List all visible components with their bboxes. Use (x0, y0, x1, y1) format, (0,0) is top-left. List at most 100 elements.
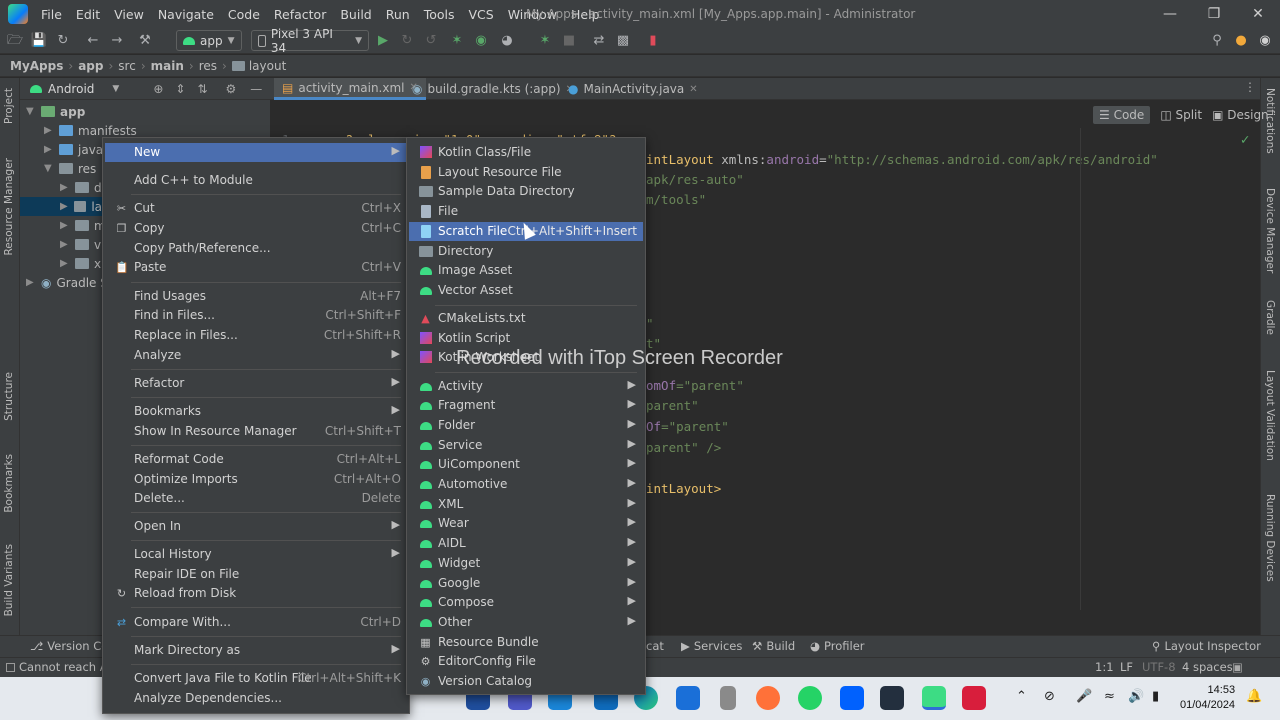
project-view-selector[interactable]: Android (48, 82, 94, 96)
breadcrumb-res[interactable]: res (199, 59, 217, 73)
sync-icon[interactable]: ↻ (54, 32, 72, 50)
tree-item-xml[interactable]: ▶ x (60, 254, 101, 273)
locate-icon[interactable]: ⊕ (153, 82, 163, 96)
menu-item-paste[interactable]: 📋 Paste Ctrl+V (105, 258, 407, 277)
design-mode-button[interactable]: ▣ Design (1212, 108, 1269, 122)
firefox-icon[interactable] (756, 686, 780, 710)
screen-recorder-icon[interactable] (962, 686, 986, 710)
run-icon[interactable]: ▶ (374, 32, 392, 50)
menu-navigate[interactable]: Navigate (151, 7, 221, 22)
menu-item-copy[interactable]: ❐ Copy Ctrl+C (105, 219, 407, 238)
tab-structure[interactable]: Structure (3, 372, 15, 421)
new-item-directory[interactable]: Directory (409, 242, 643, 261)
menu-vcs[interactable]: VCS (462, 7, 501, 22)
minimize-icon[interactable]: — (1160, 4, 1180, 24)
menu-item-show-in-resource-manager[interactable]: Show In Resource Manager Ctrl+Shift+T (105, 422, 407, 441)
status-message[interactable]: Cannot reach A (6, 660, 108, 674)
menu-file[interactable]: File (34, 7, 69, 22)
version-control-tab[interactable]: ⎇ Version Co (30, 639, 108, 653)
amazon-icon[interactable] (880, 686, 904, 710)
store-icon[interactable] (676, 686, 700, 710)
open-folder-icon[interactable]: 🗁 (6, 32, 24, 50)
breadcrumb-layout[interactable]: layout (249, 59, 286, 73)
menu-item-mark-directory-as[interactable]: Mark Directory as ▶ (105, 641, 407, 660)
new-item-google[interactable]: Google ▶ (409, 574, 643, 593)
module-selector[interactable]: app ▼ (176, 30, 242, 51)
tree-item-java[interactable]: ▶ java (44, 140, 103, 159)
menu-item-analyze-dependencies[interactable]: Analyze Dependencies... (105, 689, 407, 708)
new-item-xml[interactable]: XML ▶ (409, 495, 643, 514)
cursor-position[interactable]: 1:1 (1095, 660, 1114, 674)
menu-item-repair-ide[interactable]: Repair IDE on File (105, 565, 407, 584)
menu-build[interactable]: Build (333, 7, 378, 22)
tab-mainactivity-java[interactable]: ● MainActivity.java ✕ (560, 78, 706, 100)
menu-item-compare-with[interactable]: ⇄ Compare With... Ctrl+D (105, 613, 407, 632)
close-icon[interactable]: ✕ (1248, 4, 1268, 24)
new-item-file[interactable]: File (409, 202, 643, 221)
code-mode-button[interactable]: ☰ Code (1093, 106, 1151, 124)
notification-bell-icon[interactable]: 🔔 (1246, 689, 1262, 704)
menu-item-find-in-files[interactable]: Find in Files... Ctrl+Shift+F (105, 306, 407, 325)
menu-run[interactable]: Run (379, 7, 417, 22)
save-icon[interactable]: 💾 (30, 32, 48, 50)
menu-item-cut[interactable]: ✂ Cut Ctrl+X (105, 199, 407, 218)
tab-bookmarks[interactable]: Bookmarks (3, 454, 15, 513)
hammer-icon[interactable]: ⚒ (136, 32, 154, 50)
back-arrow-icon[interactable]: ← (84, 32, 102, 50)
new-item-layout-resource[interactable]: Layout Resource File (409, 163, 643, 182)
stop-icon[interactable]: ■ (560, 32, 578, 50)
tree-item-res[interactable]: ▼ res (44, 159, 96, 178)
close-icon[interactable]: ✕ (689, 84, 697, 95)
new-item-automotive[interactable]: Automotive ▶ (409, 475, 643, 494)
tree-item-values[interactable]: ▶ v (60, 235, 101, 254)
new-item-resource-bundle[interactable]: ▦ Resource Bundle (409, 633, 643, 652)
breadcrumb-src[interactable]: src (118, 59, 136, 73)
menu-item-replace-in-files[interactable]: Replace in Files... Ctrl+Shift+R (105, 326, 407, 345)
tree-item-layout[interactable]: ▶ la (20, 197, 102, 216)
wifi-icon[interactable]: ≈ (1104, 689, 1115, 704)
layout-inspector-tab[interactable]: ⚲ Layout Inspector (1152, 639, 1261, 653)
tab-gradle[interactable]: Gradle (1264, 300, 1276, 335)
new-item-service[interactable]: Service ▶ (409, 436, 643, 455)
menu-item-local-history[interactable]: Local History ▶ (105, 545, 407, 564)
menu-item-add-cpp[interactable]: Add C++ to Module (105, 171, 407, 190)
new-item-wear[interactable]: Wear ▶ (409, 514, 643, 533)
coverage-icon[interactable]: ◕ (498, 32, 516, 50)
volume-icon[interactable]: 🔊 (1128, 689, 1144, 704)
menu-tools[interactable]: Tools (417, 7, 462, 22)
sdk-manager-icon[interactable]: ▮ (644, 32, 662, 50)
menu-item-reformat-code[interactable]: Reformat Code Ctrl+Alt+L (105, 450, 407, 469)
menu-item-new[interactable]: New ▶ (105, 143, 407, 162)
new-item-image-asset[interactable]: Image Asset (409, 261, 643, 280)
android-studio-taskbar-icon[interactable] (922, 686, 946, 710)
logcat-tab[interactable]: cat (646, 639, 664, 653)
services-tab[interactable]: ▶ Services (681, 639, 742, 653)
new-item-activity[interactable]: Activity ▶ (409, 377, 643, 396)
menu-item-convert-java-to-kotlin[interactable]: Convert Java File to Kotlin File Ctrl+Alt… (105, 669, 407, 688)
gradle-sync-icon[interactable]: ⇄ (590, 32, 608, 50)
tab-resource-manager[interactable]: Resource Manager (3, 158, 15, 256)
app-icon[interactable] (720, 686, 736, 710)
new-item-editorconfig[interactable]: ⚙ EditorConfig File (409, 652, 643, 671)
new-item-kotlin-class[interactable]: Kotlin Class/File (409, 143, 643, 162)
tab-running-devices[interactable]: Running Devices (1264, 494, 1276, 582)
profiler-tab[interactable]: ◕ Profiler (810, 639, 865, 653)
new-item-version-catalog[interactable]: ◉ Version Catalog (409, 672, 643, 691)
settings-icon[interactable]: ◉ (1256, 32, 1274, 50)
new-item-vector-asset[interactable]: Vector Asset (409, 281, 643, 300)
menu-item-reload-from-disk[interactable]: ↻ Reload from Disk (105, 584, 407, 603)
menu-item-copy-path[interactable]: Copy Path/Reference... (105, 239, 407, 258)
battery-icon[interactable]: ▮ (1152, 689, 1159, 704)
tree-item-mipmap[interactable]: ▶ m (60, 216, 106, 235)
tab-layout-validation[interactable]: Layout Validation (1264, 370, 1276, 461)
attach-debugger-icon[interactable]: ✶ (536, 32, 554, 50)
menu-edit[interactable]: Edit (69, 7, 107, 22)
new-item-other[interactable]: Other ▶ (409, 613, 643, 632)
split-mode-button[interactable]: ◫ Split (1160, 108, 1202, 122)
lock-icon[interactable]: ▣ (1232, 660, 1243, 674)
new-item-aidl[interactable]: AIDL ▶ (409, 534, 643, 553)
menu-view[interactable]: View (107, 7, 151, 22)
tab-build-variants[interactable]: Build Variants (3, 544, 15, 616)
new-item-sample-data-dir[interactable]: Sample Data Directory (409, 182, 643, 201)
file-encoding[interactable]: UTF-8 (1142, 660, 1176, 674)
